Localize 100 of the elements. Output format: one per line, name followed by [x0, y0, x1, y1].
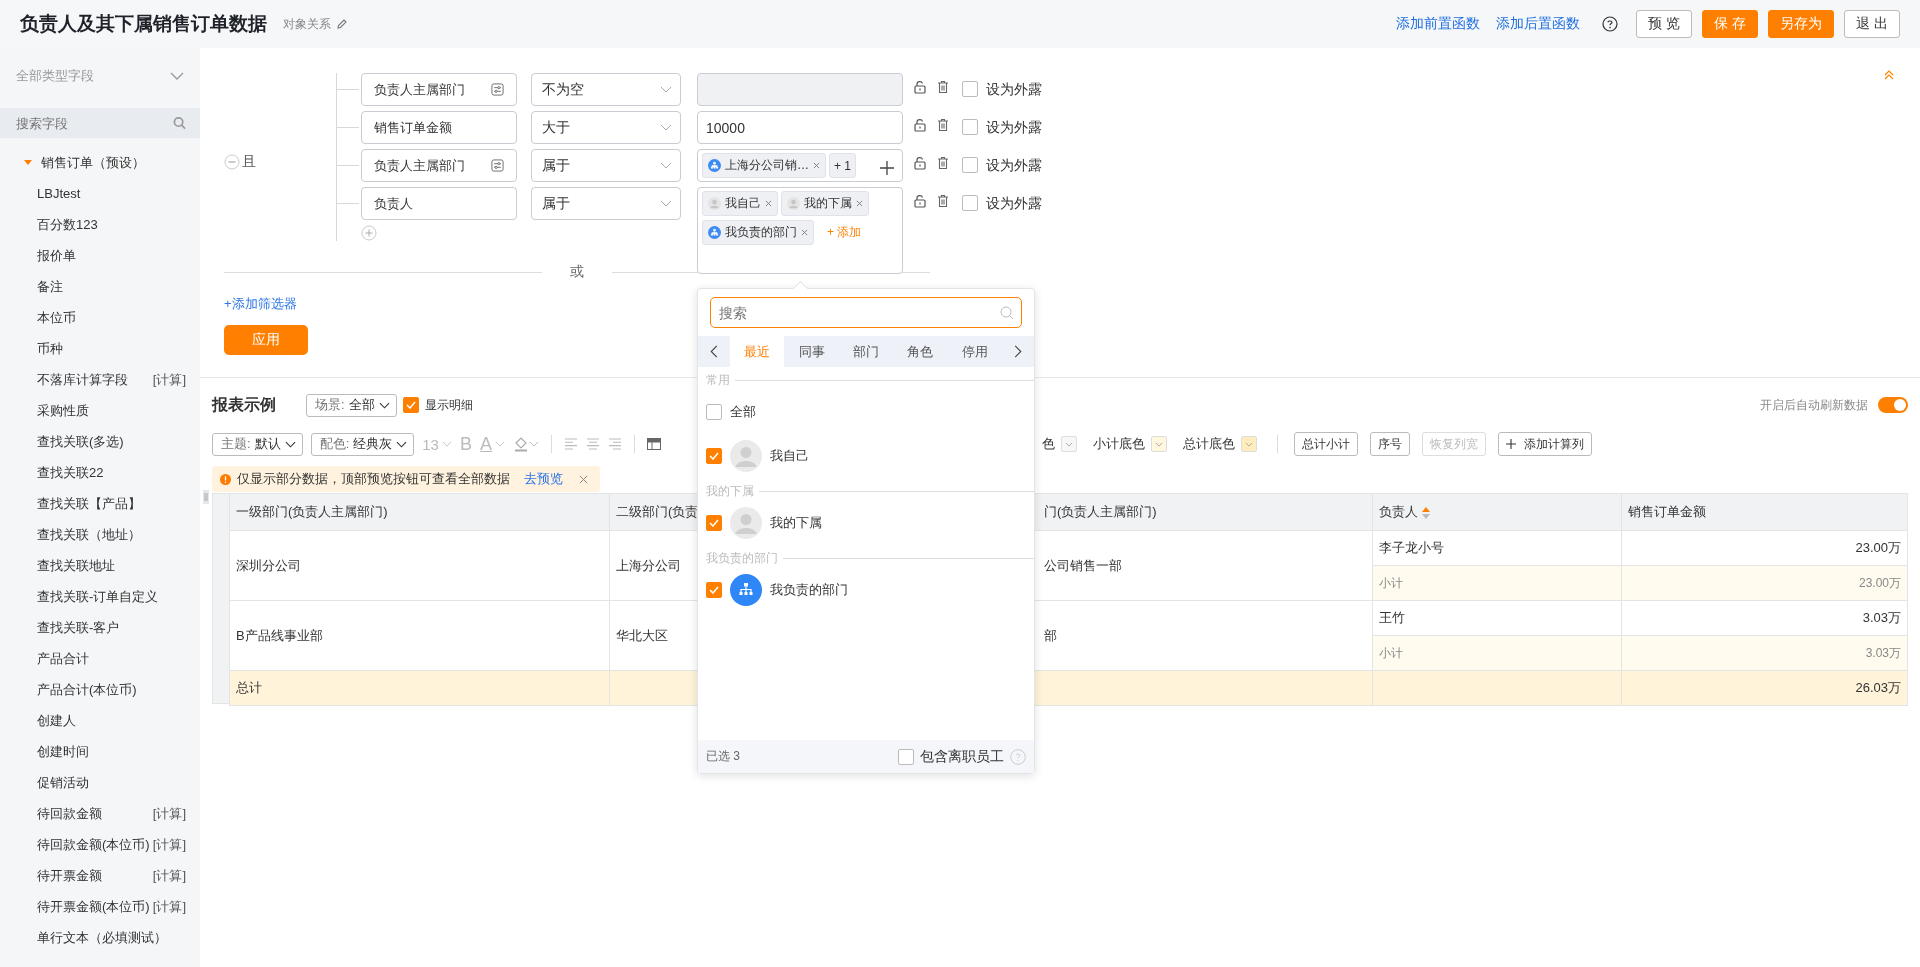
chevron-left-icon[interactable] — [710, 345, 718, 358]
delete-icon[interactable] — [937, 194, 949, 208]
remove-icon[interactable] — [765, 200, 772, 207]
toggle-switch[interactable] — [1878, 397, 1908, 413]
field-item[interactable]: 备注 — [37, 277, 63, 296]
field-select[interactable]: 负责人 — [361, 187, 517, 220]
checkbox[interactable] — [962, 195, 978, 211]
fill-color-icon[interactable] — [512, 436, 539, 452]
field-item[interactable]: 待开票金额(本位币) — [37, 897, 150, 916]
member-option[interactable]: 全部 — [730, 403, 756, 421]
checkbox[interactable] — [706, 404, 722, 420]
remove-icon[interactable] — [856, 200, 863, 207]
field-item[interactable]: 待回款金额 — [37, 804, 102, 823]
checkbox[interactable] — [706, 448, 722, 464]
toolbar-button[interactable]: 添加计算列 — [1498, 432, 1592, 456]
theme-select[interactable]: 主题: 默认 — [212, 432, 303, 456]
field-item[interactable]: 产品合计(本位币) — [37, 680, 137, 699]
field-item[interactable]: 查找关联(多选) — [37, 432, 124, 451]
field-item[interactable]: 查找关联【产品】 — [37, 494, 141, 513]
field-item[interactable]: 查找关联-客户 — [37, 618, 120, 637]
expand-caret-icon[interactable] — [24, 159, 32, 166]
operator-select[interactable]: 不为空 — [531, 73, 681, 106]
delete-icon[interactable] — [937, 118, 949, 132]
field-item[interactable]: 查找关联22 — [37, 463, 104, 482]
settings-icon[interactable] — [491, 83, 504, 96]
field-item[interactable]: 查找关联-订单自定义 — [37, 587, 159, 606]
checkbox[interactable] — [962, 157, 978, 173]
field-item[interactable]: 采购性质 — [37, 401, 89, 420]
member-option[interactable]: 我自己 — [770, 447, 809, 465]
field-item[interactable]: 产品合计 — [37, 649, 89, 668]
checkbox[interactable] — [962, 119, 978, 135]
header-button[interactable]: 预 览 — [1636, 10, 1693, 38]
preview-link[interactable]: 去预览 — [524, 470, 563, 488]
align-left-icon[interactable] — [563, 438, 578, 450]
field-item[interactable]: 创建人 — [37, 711, 76, 730]
color-select[interactable] — [1241, 436, 1257, 452]
field-search[interactable]: 搜索字段 — [0, 108, 200, 138]
field-select[interactable]: 销售订单金额 — [361, 111, 517, 144]
close-icon[interactable] — [579, 474, 588, 484]
member-option[interactable]: 我负责的部门 — [770, 581, 848, 599]
field-item[interactable]: 创建时间 — [37, 742, 89, 761]
add-icon[interactable] — [880, 160, 894, 175]
checkbox[interactable] — [706, 515, 722, 531]
function-link[interactable]: 添加后置函数 — [1496, 15, 1581, 33]
checkbox[interactable] — [402, 397, 419, 413]
pencil-icon[interactable] — [336, 18, 348, 30]
field-item[interactable]: 币种 — [37, 339, 63, 358]
picker-tab[interactable]: 部门 — [838, 336, 894, 367]
checkbox[interactable] — [962, 81, 978, 97]
remove-icon[interactable] — [813, 162, 820, 169]
toolbar-button[interactable]: 序号 — [1370, 432, 1410, 456]
field-select[interactable]: 负责人主属部门 — [361, 73, 517, 106]
remove-icon[interactable] — [801, 229, 808, 236]
more-count-chip[interactable]: + 1 — [829, 153, 856, 178]
lock-icon[interactable] — [914, 80, 926, 94]
picker-tab[interactable]: 停用 — [947, 336, 1003, 367]
field-select[interactable]: 负责人主属部门 — [361, 149, 517, 182]
operator-select[interactable]: 属于 — [531, 187, 681, 220]
delete-icon[interactable] — [937, 80, 949, 94]
picker-tab[interactable]: 同事 — [784, 336, 839, 367]
picker-tab[interactable]: 角色 — [893, 336, 948, 367]
operator-select[interactable]: 大于 — [531, 111, 681, 144]
align-center-icon[interactable] — [585, 438, 600, 450]
field-item[interactable]: 促销活动 — [37, 773, 89, 792]
field-item[interactable]: 本位币 — [37, 308, 76, 327]
field-item[interactable]: 查找关联地址 — [37, 556, 115, 575]
add-filter-link[interactable]: +添加筛选器 — [224, 295, 297, 313]
header-button[interactable]: 退 出 — [1844, 10, 1900, 38]
field-item[interactable]: 不落库计算字段 — [37, 370, 128, 389]
scene-select[interactable]: 场景: 全部 — [306, 393, 397, 417]
search-field[interactable]: 搜索 — [710, 297, 1022, 328]
value-field[interactable]: 10000 — [697, 111, 903, 144]
function-link[interactable]: 添加前置函数 — [1396, 15, 1481, 33]
checkbox[interactable] — [898, 748, 914, 765]
drag-handle-icon[interactable] — [203, 490, 209, 504]
lock-icon[interactable] — [914, 156, 926, 170]
table-icon[interactable] — [646, 438, 661, 450]
field-item[interactable]: 待开票金额 — [37, 866, 102, 885]
minus-circle-icon[interactable] — [224, 154, 240, 170]
help-icon[interactable] — [1602, 16, 1619, 32]
chevron-right-icon[interactable] — [1014, 345, 1023, 358]
color-select[interactable] — [1061, 436, 1077, 452]
color-select[interactable] — [1151, 436, 1167, 452]
field-item[interactable]: 百分数123 — [37, 215, 98, 234]
member-option[interactable]: 我的下属 — [770, 514, 822, 532]
align-right-icon[interactable] — [607, 438, 622, 450]
field-item[interactable]: 报价单 — [37, 246, 76, 265]
lock-icon[interactable] — [914, 118, 926, 132]
field-item[interactable]: 单行文本（必填测试） — [37, 928, 167, 947]
field-item[interactable]: 查找关联（地址） — [37, 525, 141, 544]
field-item[interactable]: LBJtest — [37, 186, 81, 201]
toolbar-button[interactable]: 总计小计 — [1294, 432, 1358, 456]
checkbox[interactable] — [706, 582, 722, 598]
delete-icon[interactable] — [937, 156, 949, 170]
settings-icon[interactable] — [491, 159, 504, 172]
operator-select[interactable]: 属于 — [531, 149, 681, 182]
palette-select[interactable]: 配色: 经典灰 — [310, 432, 415, 456]
add-circle-icon[interactable] — [361, 225, 377, 241]
field-item[interactable]: 待回款金额(本位币) — [37, 835, 150, 854]
lock-icon[interactable] — [914, 194, 926, 208]
